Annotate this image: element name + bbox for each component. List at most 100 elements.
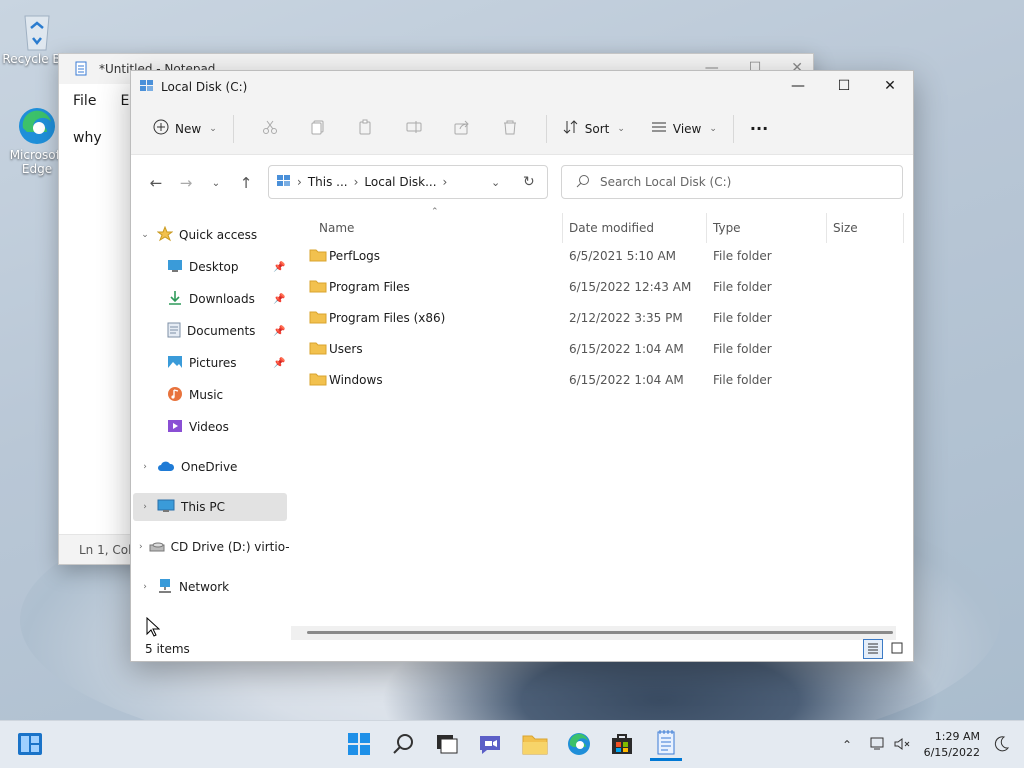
close-button[interactable]: ✕ [867, 71, 913, 101]
nav-desktop[interactable]: Desktop 📌 [167, 253, 291, 281]
column-header-name[interactable]: Name [319, 213, 563, 243]
column-header-size[interactable]: Size [833, 213, 903, 243]
nav-music[interactable]: Music [167, 381, 291, 409]
column-divider[interactable] [562, 213, 563, 243]
task-view-button[interactable] [431, 729, 463, 761]
chevron-right-icon[interactable]: › [139, 582, 151, 592]
paste-button[interactable] [342, 113, 390, 145]
pin-icon[interactable]: 📌 [273, 294, 285, 305]
maximize-button[interactable]: ☐ [821, 71, 867, 101]
tiles-view-button[interactable] [887, 639, 907, 659]
view-toggle [863, 639, 907, 659]
refresh-icon[interactable]: ↻ [523, 174, 535, 190]
nav-label: This PC [181, 500, 225, 514]
store-icon [610, 732, 634, 759]
notepad-taskbar-button[interactable] [650, 729, 682, 761]
search-box[interactable]: Search Local Disk (C:) [561, 165, 903, 199]
rename-button[interactable] [390, 113, 438, 145]
cloud-icon [157, 460, 175, 475]
chevron-right-icon[interactable]: › [139, 542, 143, 552]
details-view-button[interactable] [863, 639, 883, 659]
column-label: Date modified [569, 221, 655, 235]
file-type: File folder [713, 342, 772, 356]
nav-videos[interactable]: Videos [167, 413, 291, 441]
column-divider[interactable] [826, 213, 827, 243]
address-history-chevron-icon[interactable]: ⌄ [491, 176, 500, 189]
breadcrumb-local-disk[interactable]: Local Disk... [364, 175, 436, 189]
nav-onedrive[interactable]: › OneDrive [139, 453, 289, 481]
computer-icon [157, 499, 175, 516]
table-row[interactable]: Windows 6/15/2022 1:04 AM File folder [301, 366, 901, 394]
address-bar[interactable]: › This ... › Local Disk... › ⌄ ↻ [268, 165, 548, 199]
new-button[interactable]: New ⌄ [149, 113, 221, 145]
nav-network[interactable]: › Network [139, 573, 289, 601]
cd-drive-icon [149, 540, 165, 555]
share-button[interactable] [438, 113, 486, 145]
nav-cd-drive[interactable]: › CD Drive (D:) virtio-w [139, 533, 289, 561]
file-list-pane: ⌃ Name Date modified Type Size PerfLogs … [291, 207, 911, 633]
sort-button[interactable]: Sort ⌄ [559, 113, 629, 145]
search-taskbar-button[interactable] [387, 729, 419, 761]
edge-icon [17, 106, 57, 146]
pin-icon[interactable]: 📌 [273, 326, 285, 337]
clock[interactable]: 1:29 AM 6/15/2022 [924, 729, 980, 761]
store-button[interactable] [606, 729, 638, 761]
volume-muted-icon[interactable] [894, 737, 910, 754]
more-options-button[interactable]: ··· [746, 113, 772, 145]
network-icon [157, 578, 173, 597]
cut-icon [262, 119, 278, 138]
chat-button[interactable] [474, 729, 506, 761]
sort-icon [563, 119, 579, 138]
start-button[interactable] [343, 729, 375, 761]
scrollbar-thumb[interactable] [307, 631, 893, 634]
recent-locations-button[interactable]: ⌄ [201, 168, 231, 198]
window-controls: — ☐ ✕ [775, 71, 913, 101]
chevron-down-icon: ⌄ [617, 123, 625, 134]
rename-icon [406, 119, 422, 138]
nav-this-pc[interactable]: › This PC [133, 493, 287, 521]
pin-icon[interactable]: 📌 [273, 262, 285, 273]
chevron-down-icon: ⌄ [211, 177, 221, 189]
table-row[interactable]: Users 6/15/2022 1:04 AM File folder [301, 335, 901, 363]
nav-pictures[interactable]: Pictures 📌 [167, 349, 291, 377]
up-button[interactable]: ↑ [231, 168, 261, 198]
documents-icon [167, 322, 181, 341]
view-button[interactable]: View ⌄ [647, 113, 721, 145]
table-row[interactable]: Program Files (x86) 2/12/2022 3:35 PM Fi… [301, 304, 901, 332]
network-status-icon[interactable] [870, 737, 886, 754]
file-explorer-window[interactable]: Local Disk (C:) — ☐ ✕ New ⌄ Sort ⌄ View … [130, 70, 914, 662]
music-icon [167, 386, 183, 405]
desktop-icon-label: Microsoft Edge [9, 148, 65, 176]
minimize-button[interactable]: — [775, 71, 821, 101]
breadcrumb-this-pc[interactable]: This ... [308, 175, 348, 189]
cut-button[interactable] [246, 113, 294, 145]
nav-downloads[interactable]: Downloads 📌 [167, 285, 291, 313]
show-hidden-icons-icon[interactable]: ⌃ [842, 738, 852, 752]
chevron-right-icon[interactable]: › [139, 462, 151, 472]
file-explorer-taskbar-button[interactable] [519, 729, 551, 761]
widgets-button[interactable] [14, 729, 46, 761]
copy-button[interactable] [294, 113, 342, 145]
column-divider[interactable] [903, 213, 904, 243]
nav-documents[interactable]: Documents 📌 [167, 317, 291, 345]
delete-button[interactable] [486, 113, 534, 145]
recycle-bin-icon [17, 10, 57, 51]
forward-button[interactable]: → [171, 168, 201, 198]
breadcrumb-separator-icon: › [442, 175, 448, 189]
menu-file[interactable]: File [73, 93, 96, 109]
explorer-titlebar[interactable]: Local Disk (C:) — ☐ ✕ [131, 71, 913, 103]
back-button[interactable]: ← [141, 168, 171, 198]
chevron-right-icon[interactable]: › [139, 502, 151, 512]
notifications-icon[interactable] [992, 735, 1010, 756]
tiles-view-icon [891, 642, 903, 657]
nav-quick-access[interactable]: ⌄ Quick access [139, 221, 289, 249]
table-row[interactable]: Program Files 6/15/2022 12:43 AM File fo… [301, 273, 901, 301]
column-divider[interactable] [706, 213, 707, 243]
column-header-date[interactable]: Date modified [569, 213, 705, 243]
pin-icon[interactable]: 📌 [273, 358, 285, 369]
edge-taskbar-button[interactable] [563, 729, 595, 761]
column-header-type[interactable]: Type [713, 213, 823, 243]
table-row[interactable]: PerfLogs 6/5/2021 5:10 AM File folder [301, 242, 901, 270]
desktop-icon [167, 259, 183, 276]
chevron-down-icon[interactable]: ⌄ [139, 230, 151, 240]
